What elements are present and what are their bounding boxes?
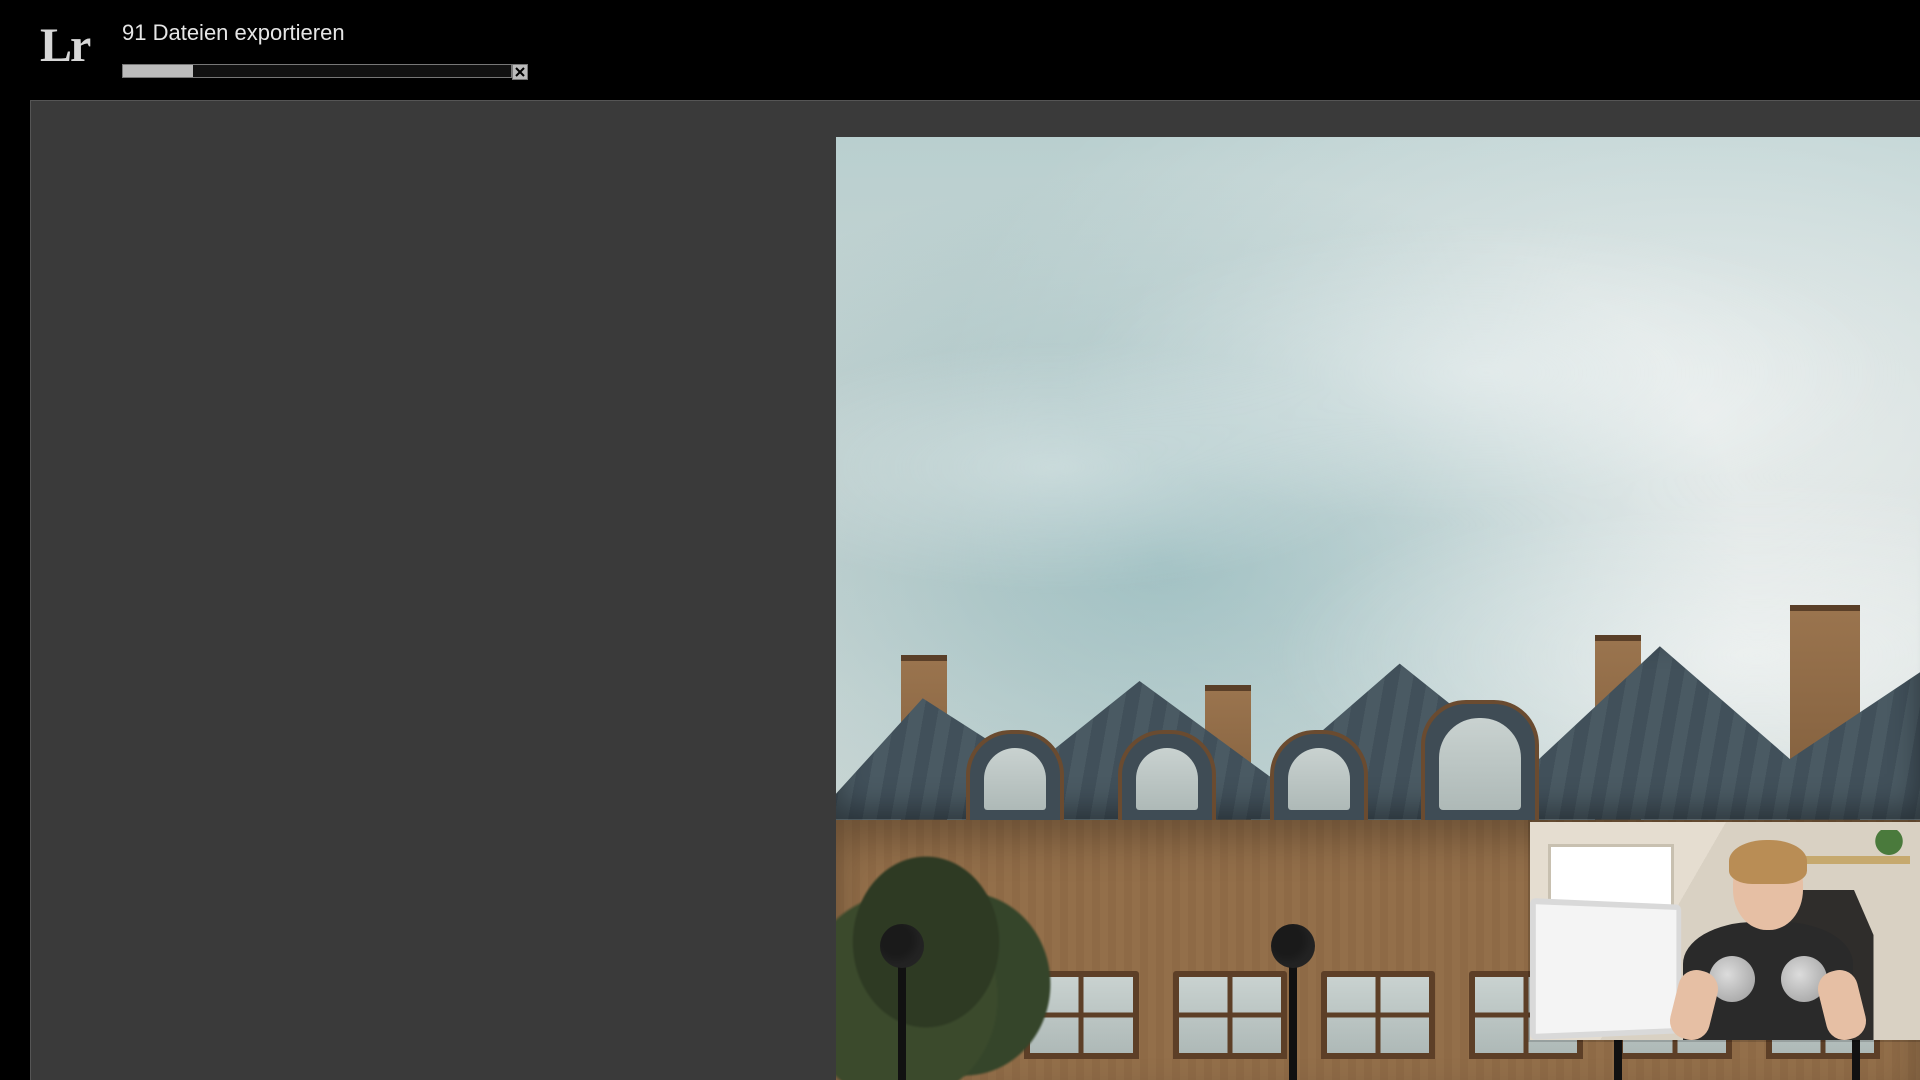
export-progress (122, 64, 528, 78)
photo-dormer (1421, 700, 1539, 828)
export-progress-label: 91 Dateien exportieren (122, 20, 345, 46)
webcam-person (1678, 840, 1858, 1040)
photo-dormer (1118, 730, 1216, 828)
photo-dormer (1270, 730, 1368, 828)
photo-streetlamp (1270, 910, 1316, 1080)
webcam-monitor (1530, 898, 1681, 1040)
photo-dormer (966, 730, 1064, 828)
photo-tree (836, 830, 1056, 1080)
close-icon (515, 67, 525, 77)
export-progress-bar (122, 64, 512, 78)
app-logo: Lr (40, 22, 89, 70)
export-progress-fill (123, 65, 193, 77)
photo-window (1321, 971, 1435, 1059)
image-viewport[interactable] (30, 100, 1920, 1080)
app-top-bar: Lr 91 Dateien exportieren (0, 0, 1920, 100)
photo-streetlamp (879, 910, 925, 1080)
export-cancel-button[interactable] (512, 64, 528, 80)
webcam-overlay (1530, 822, 1920, 1040)
app-logo-text: Lr (40, 19, 89, 72)
webcam-plant (1874, 830, 1904, 858)
